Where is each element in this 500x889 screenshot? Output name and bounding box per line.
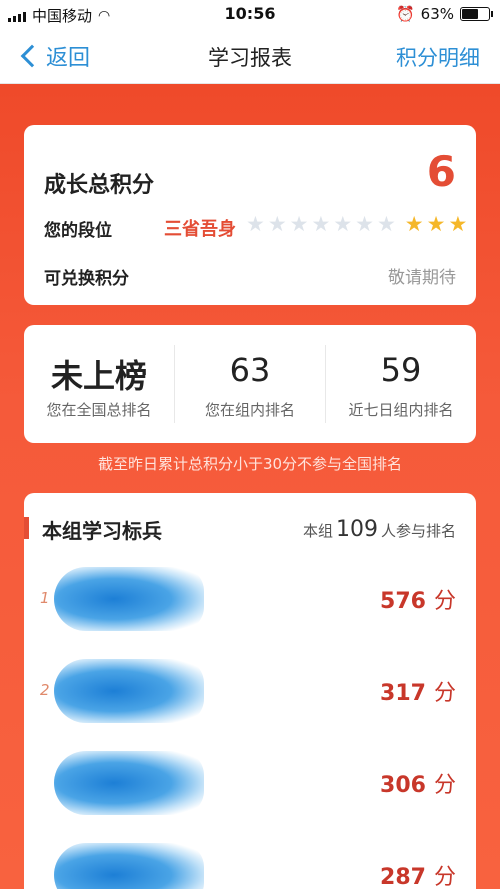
leaderboard-row[interactable]: 2 317 分 xyxy=(24,647,476,735)
row-points: 306 分 xyxy=(380,767,456,799)
star-empty-icon: ★ xyxy=(355,212,374,236)
star-filled-icon: ★ xyxy=(404,212,424,236)
leaderboard-card: 本组学习标兵 本组 109 人参与排名 1 576 分 2 317 分 306 分 287… xyxy=(24,493,476,889)
points-unit: 分 xyxy=(433,865,456,889)
blurred-avatar xyxy=(54,659,204,723)
rank-number: 2 xyxy=(40,681,50,699)
row-points: 576 分 xyxy=(380,583,456,615)
points-value: 306 xyxy=(380,773,426,798)
level-label: 您的段位 xyxy=(44,221,112,241)
star-empty-icon: ★ xyxy=(289,212,309,236)
weekly-rank-stat[interactable]: 59 近七日组内排名 xyxy=(326,325,476,443)
star-empty-icon: ★ xyxy=(333,212,353,236)
blurred-avatar xyxy=(54,843,204,889)
redeemable-label: 可兑换积分 xyxy=(44,269,129,289)
leaderboard-row[interactable]: 287 分 xyxy=(24,831,476,889)
growth-points-value: 6 xyxy=(426,147,456,196)
stat-label: 您在全国总排名 xyxy=(46,401,152,419)
ranking-note: 截至昨日累计总积分小于30分不参与全国排名 xyxy=(97,455,403,473)
status-right: ⏰ 63% xyxy=(395,5,493,23)
stat-value: 63 xyxy=(229,351,271,389)
growth-points-card: 成长总积分 6 您的段位 三省吾身 ★ ★ ★ ★ ★ ★ ★ ★ ★ ★ 可兑换积分 敬请期待 xyxy=(24,125,476,305)
battery-icon xyxy=(460,7,493,21)
star-empty-icon: ★ xyxy=(376,212,396,236)
points-value: 317 xyxy=(380,681,426,706)
stat-label: 您在组内排名 xyxy=(204,401,295,419)
status-bar: 中国移动 ◠ 10:56 ⏰ 63% xyxy=(0,0,500,28)
stat-value: 未上榜 xyxy=(50,357,147,395)
star-empty-icon: ★ xyxy=(246,212,265,236)
section-accent-bar xyxy=(24,517,29,539)
star-filled-icon: ★ xyxy=(448,212,468,236)
star-filled-icon: ★ xyxy=(426,212,446,236)
level-name: 三省吾身 xyxy=(164,219,236,240)
group-rank-stat[interactable]: 63 您在组内排名 xyxy=(175,325,325,443)
points-unit: 分 xyxy=(433,681,456,706)
growth-points-title: 成长总积分 xyxy=(44,173,155,198)
ranking-stats-card: 未上榜 您在全国总排名 63 您在组内排名 59 近七日组内排名 xyxy=(24,325,476,443)
participants-suffix: 人参与排名 xyxy=(380,522,456,540)
points-value: 287 xyxy=(380,865,426,889)
rank-number: 1 xyxy=(40,589,50,607)
points-value: 576 xyxy=(380,589,426,614)
participants-count: 本组 109 人参与排名 xyxy=(303,517,456,542)
stat-label: 近七日组内排名 xyxy=(348,401,454,419)
star-empty-icon: ★ xyxy=(311,212,331,236)
leaderboard-title: 本组学习标兵 xyxy=(42,519,162,543)
leaderboard-row[interactable]: 1 576 分 xyxy=(24,555,476,643)
stat-value: 59 xyxy=(380,351,422,389)
level-stars: ★ ★ ★ ★ ★ ★ ★ ★ ★ ★ xyxy=(246,214,467,235)
redeemable-value: 敬请期待 xyxy=(388,268,456,288)
nav-bar: 返回 学习报表 积分明细 xyxy=(0,28,500,84)
row-points: 287 分 xyxy=(380,859,456,889)
blurred-avatar xyxy=(54,751,204,815)
leaderboard-row[interactable]: 306 分 xyxy=(24,739,476,827)
star-empty-icon: ★ xyxy=(267,212,287,236)
participants-prefix: 本组 xyxy=(302,522,333,540)
row-points: 317 分 xyxy=(380,675,456,707)
blurred-avatar xyxy=(54,567,204,631)
alarm-icon: ⏰ xyxy=(395,5,415,23)
participants-number: 109 xyxy=(335,517,378,542)
national-rank-stat[interactable]: 未上榜 您在全国总排名 xyxy=(24,325,174,443)
points-detail-link[interactable]: 积分明细 xyxy=(396,42,480,72)
battery-percent: 63% xyxy=(420,5,454,23)
points-unit: 分 xyxy=(433,589,456,614)
points-unit: 分 xyxy=(433,773,456,798)
